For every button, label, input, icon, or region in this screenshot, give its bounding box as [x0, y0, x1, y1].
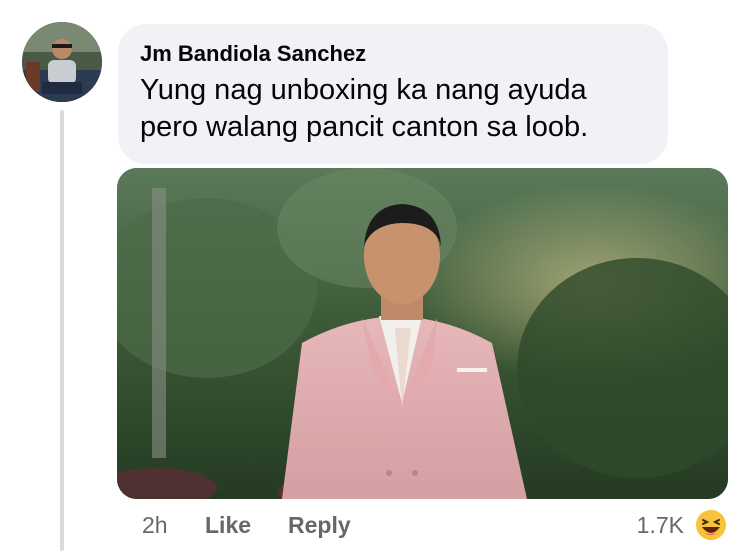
comment-author[interactable]: Jm Bandiola Sanchez: [140, 40, 646, 68]
reaction-count[interactable]: 1.7K: [637, 508, 684, 542]
comment-timestamp[interactable]: 2h: [142, 508, 168, 542]
avatar[interactable]: [22, 22, 102, 102]
comment-actions: 2h Like Reply 1.7K: [118, 508, 730, 542]
like-button[interactable]: Like: [205, 508, 251, 542]
reply-button[interactable]: Reply: [288, 508, 351, 542]
reply-thread-line: [60, 110, 64, 551]
avatar-image: [22, 22, 102, 102]
laughing-emoji-icon[interactable]: [694, 508, 728, 542]
comment-text: Yung nag unboxing ka nang ayuda pero wal…: [140, 74, 589, 143]
comment-bubble: Jm Bandiola Sanchez Yung nag unboxing ka…: [118, 24, 668, 164]
comment-image[interactable]: [117, 168, 728, 499]
